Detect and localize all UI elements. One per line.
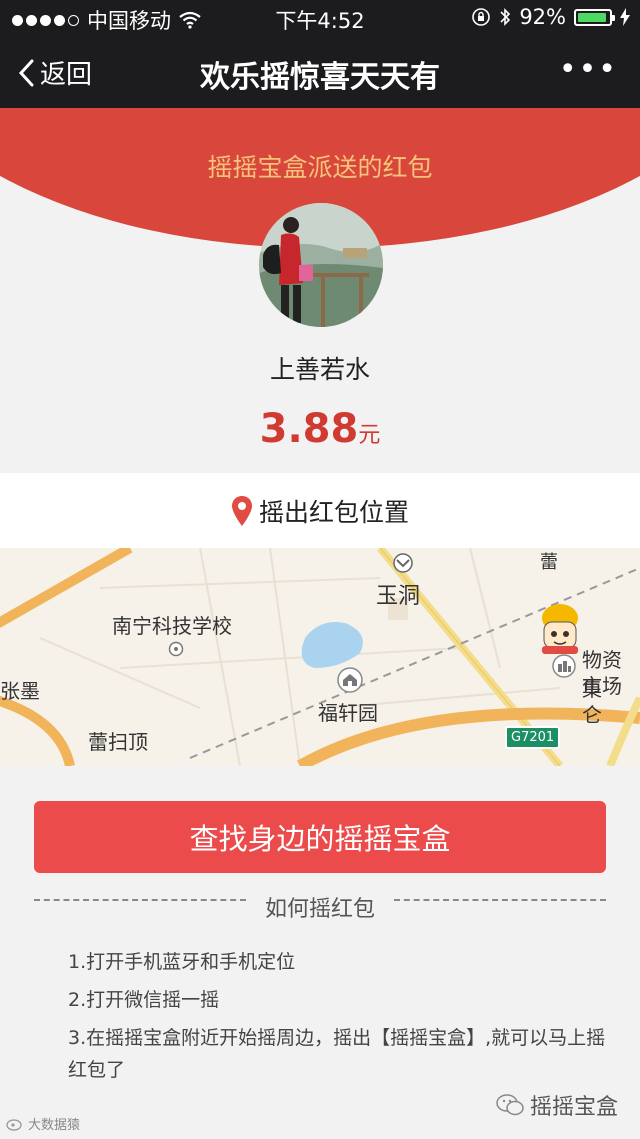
residence-marker-icon [337, 667, 363, 693]
watermark-left: 大数据猿 [6, 1114, 80, 1133]
status-bar: 中国移动 下午4:52 92% [0, 0, 640, 36]
location-label: 摇出红包位置 [258, 497, 409, 527]
wechat-icon [496, 1094, 524, 1116]
map-label-wuzi-2: 市场仑 [582, 674, 622, 727]
page-title: 欢乐摇惊喜天天有 [200, 60, 440, 95]
watermark-right: 摇摇宝盒 [496, 1089, 618, 1121]
watermark-right-text: 摇摇宝盒 [529, 1095, 618, 1120]
school-marker-icon [168, 641, 184, 657]
map-label-fuxuanyuan: 福轩园 [318, 701, 378, 725]
orientation-lock-icon [472, 8, 491, 26]
battery-icon [574, 8, 615, 26]
charging-icon [620, 8, 630, 26]
howto-section-header: 如何摇红包 [0, 891, 640, 922]
location-pin-icon [231, 495, 252, 526]
nav-bar: 返回 欢乐摇惊喜天天有 ••• [0, 36, 640, 108]
bluetooth-icon [500, 8, 511, 26]
weibo-icon [6, 1118, 22, 1131]
red-packet-amount: 3.88元 [0, 406, 640, 452]
more-button[interactable]: ••• [559, 55, 618, 85]
metro-icon [393, 553, 413, 573]
map-label-yudong: 玉洞 [376, 584, 421, 609]
amount-value: 3.88 [259, 406, 359, 452]
map-label-zhangmo: 张墨 [0, 679, 40, 703]
location-map[interactable]: 玉洞 南宁科技学校 张墨 福轩园 蕾扫顶 蕾 物资集 市场仑 G7201 [0, 548, 640, 766]
market-marker-icon [552, 654, 576, 678]
howto-step: 3.在摇摇宝盒附近开始摇周边，摇出【摇摇宝盒】,就可以马上摇红包了 [68, 1027, 606, 1081]
howto-title: 如何摇红包 [264, 897, 375, 922]
find-nearby-box-button[interactable]: 查找身边的摇摇宝盒 [34, 801, 606, 873]
status-right: 92% [471, 5, 630, 29]
map-label-leisaoding: 蕾扫顶 [88, 730, 148, 754]
map-label-lei: 蕾 [540, 552, 558, 573]
location-header: 摇出红包位置 [0, 473, 640, 548]
watermark-left-text: 大数据猿 [28, 1118, 81, 1133]
highway-badge: G7201 [505, 726, 561, 749]
header-text: 摇摇宝盒派送的红包 [207, 153, 433, 182]
user-name: 上善若水 [269, 355, 370, 384]
amount-unit: 元 [358, 423, 381, 448]
howto-step: 1.打开手机蓝牙和手机定位 [68, 951, 296, 973]
battery-percent: 92% [519, 5, 566, 29]
howto-steps: 1.打开手机蓝牙和手机定位 2.打开微信摇一摇 3.在摇摇宝盒附近开始摇周边，摇… [68, 946, 613, 1092]
avatar [259, 203, 383, 327]
howto-step: 2.打开微信摇一摇 [68, 989, 220, 1011]
mascot-icon [542, 604, 578, 654]
map-label-school: 南宁科技学校 [112, 614, 232, 638]
